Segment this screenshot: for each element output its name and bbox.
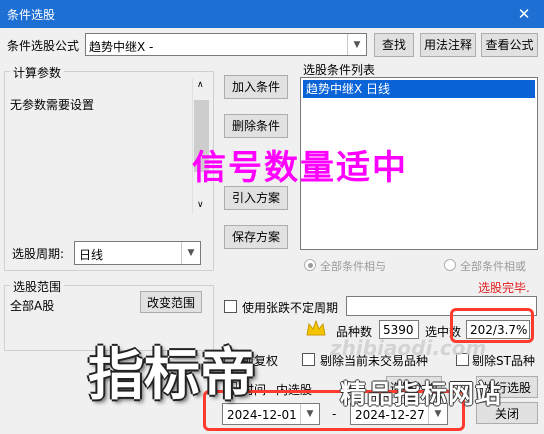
params-group-title: 计算参数 (10, 64, 65, 81)
save-plan-button[interactable]: 保存方案 (224, 225, 288, 249)
conditions-label: 选股条件列表 (303, 63, 376, 77)
formula-label: 条件选股公式 (7, 39, 80, 53)
import-plan-button[interactable]: 引入方案 (224, 186, 288, 210)
or-radio-label: 全部条件相或 (460, 260, 526, 273)
close-icon[interactable]: ✕ (510, 3, 538, 25)
title-bar (0, 0, 544, 28)
window-title: 条件选股 (7, 8, 56, 22)
no-params-text: 无参数需要设置 (10, 98, 95, 112)
formula-value: 趋势中继X - (89, 40, 154, 54)
limit-period-label: 使用张跌不定周期 (242, 301, 339, 315)
or-radio[interactable] (444, 259, 456, 271)
and-radio-label: 全部条件相与 (320, 260, 386, 273)
signal-overlay-text: 信号数量适中 (192, 148, 408, 188)
scroll-down-icon[interactable]: ∨ (197, 200, 204, 210)
limit-period-checkbox[interactable] (224, 300, 237, 313)
crown-icon (305, 318, 327, 340)
delete-condition-button[interactable]: 删除条件 (224, 114, 288, 138)
big-watermark-text: 指标帝 (88, 343, 256, 408)
view-formula-button[interactable]: 查看公式 (481, 33, 538, 57)
change-scope-button[interactable]: 改变范围 (140, 291, 202, 313)
period-select[interactable]: 日线 ▼ (74, 241, 201, 265)
formula-select[interactable]: 趋势中继X - ▼ (85, 33, 367, 56)
scope-value: 全部A股 (10, 299, 55, 313)
condition-item[interactable]: 趋势中继X 日线 (303, 80, 535, 98)
chevron-down-icon[interactable]: ▼ (347, 34, 366, 55)
scroll-up-icon[interactable]: ∧ (197, 80, 204, 90)
scope-group-title: 选股范围 (10, 278, 65, 295)
usage-note-button[interactable]: 用法注释 (420, 33, 476, 57)
status-text: 选股完毕. (478, 281, 530, 295)
add-condition-button[interactable]: 加入条件 (224, 75, 288, 99)
exclude-new-checkbox[interactable] (302, 353, 315, 366)
chevron-down-icon[interactable]: ▼ (181, 242, 200, 264)
find-button[interactable]: 查找 (374, 33, 414, 57)
count-value: 5390 (383, 323, 414, 337)
site-watermark: 精品指标网站 (340, 380, 503, 410)
period-label: 选股周期: (12, 247, 65, 261)
and-radio[interactable] (304, 259, 316, 271)
url-watermark: zhibiaodi.com (330, 336, 487, 360)
period-value: 日线 (79, 248, 104, 262)
